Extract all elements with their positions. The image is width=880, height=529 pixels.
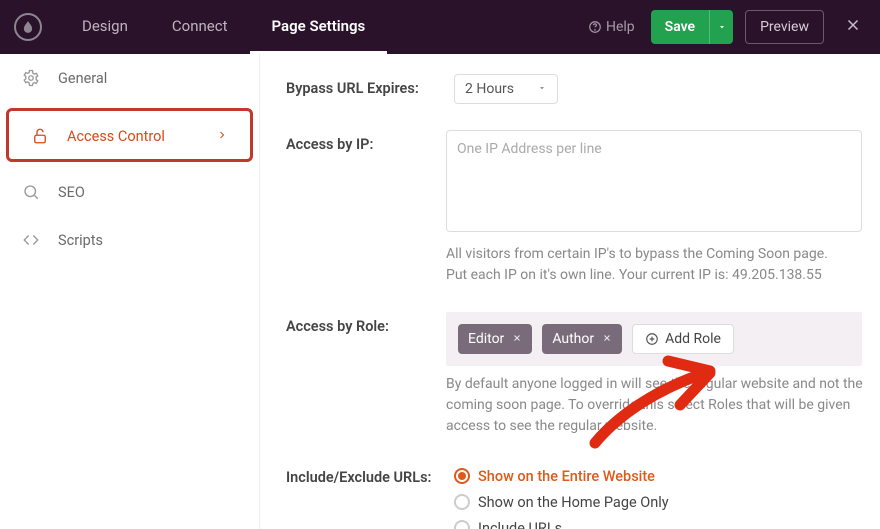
bypass-select[interactable]: 2 Hours [454, 74, 558, 104]
chip-label: Author [552, 331, 594, 347]
tab-design[interactable]: Design [60, 0, 150, 54]
sidebar-item-label: Access Control [67, 128, 165, 145]
help-link[interactable]: Help [588, 19, 635, 35]
sidebar-highlight: Access Control [6, 108, 253, 162]
topbar: Design Connect Page Settings Help Save P… [0, 0, 880, 54]
lock-icon [31, 127, 53, 145]
role-label: Access by Role: [286, 312, 446, 437]
chevron-right-icon [216, 128, 228, 145]
help-label: Help [606, 19, 635, 35]
radio-include-urls[interactable]: Include URLs [454, 515, 866, 529]
preview-button[interactable]: Preview [745, 10, 824, 44]
add-role-label: Add Role [665, 331, 721, 347]
role-chip-author[interactable]: Author [542, 324, 622, 354]
close-icon[interactable] [512, 331, 522, 347]
tab-connect[interactable]: Connect [150, 0, 250, 54]
sidebar-item-seo[interactable]: SEO [0, 168, 259, 216]
radio-label: Include URLs [478, 520, 562, 529]
chevron-down-icon [537, 81, 547, 97]
radio-icon [454, 468, 470, 484]
topbar-tabs: Design Connect Page Settings [60, 0, 387, 54]
sidebar-item-label: SEO [58, 184, 85, 201]
ip-help-text: All visitors from certain IP's to bypass… [446, 244, 866, 286]
field-bypass-url: Bypass URL Expires: 2 Hours [286, 74, 866, 104]
bypass-label: Bypass URL Expires: [286, 74, 454, 104]
chip-label: Editor [468, 331, 504, 347]
field-include-exclude: Include/Exclude URLs: Show on the Entire… [286, 463, 866, 529]
radio-icon [454, 520, 470, 529]
sidebar-item-scripts[interactable]: Scripts [0, 216, 259, 264]
tab-page-settings[interactable]: Page Settings [250, 0, 388, 54]
role-chip-area: Editor Author Add Role [446, 312, 862, 366]
save-label: Save [651, 19, 709, 35]
sidebar-item-label: General [58, 70, 107, 87]
ip-textarea[interactable] [446, 130, 862, 232]
code-icon [22, 231, 44, 249]
radio-home-page-only[interactable]: Show on the Home Page Only [454, 489, 866, 515]
search-icon [22, 183, 44, 201]
gear-icon [22, 69, 44, 87]
save-button[interactable]: Save [651, 10, 733, 44]
radio-entire-website[interactable]: Show on the Entire Website [454, 463, 866, 489]
field-access-role: Access by Role: Editor Author [286, 312, 866, 437]
ip-label: Access by IP: [286, 130, 446, 286]
sidebar: General Access Control SEO Scrip [0, 54, 260, 529]
close-icon[interactable] [840, 12, 866, 42]
radio-label: Show on the Entire Website [478, 468, 655, 485]
logo-icon [14, 13, 42, 41]
bypass-value: 2 Hours [465, 81, 514, 97]
radio-icon [454, 494, 470, 510]
role-help-text: By default anyone logged in will see the… [446, 374, 866, 437]
role-chip-editor[interactable]: Editor [458, 324, 532, 354]
content-panel: Bypass URL Expires: 2 Hours Access by IP… [260, 54, 880, 529]
field-access-ip: Access by IP: All visitors from certain … [286, 130, 866, 286]
radio-label: Show on the Home Page Only [478, 494, 669, 511]
include-label: Include/Exclude URLs: [286, 463, 454, 529]
close-icon[interactable] [602, 331, 612, 347]
sidebar-item-general[interactable]: General [0, 54, 259, 102]
sidebar-item-label: Scripts [58, 232, 103, 249]
add-role-button[interactable]: Add Role [632, 324, 734, 354]
sidebar-item-access-control[interactable]: Access Control [9, 111, 250, 159]
save-caret-icon[interactable] [709, 10, 733, 44]
